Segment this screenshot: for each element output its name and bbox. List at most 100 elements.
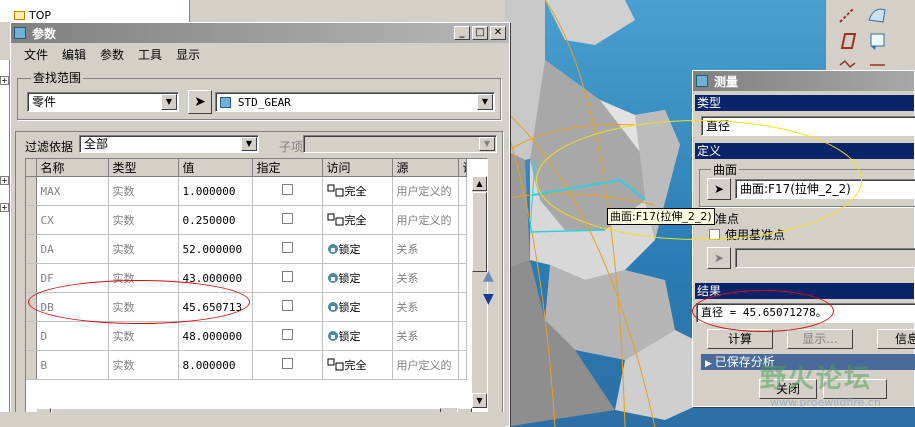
maximize-button[interactable]: □: [472, 26, 488, 40]
scope-select[interactable]: 零件 ▼: [27, 92, 179, 112]
measure-titlebar[interactable]: 测量: [693, 71, 914, 91]
cell-value[interactable]: 1.000000: [178, 176, 253, 206]
move-up-icon[interactable]: ▲: [483, 268, 494, 284]
designate-checkbox[interactable]: [281, 329, 293, 340]
cell-name[interactable]: DF: [36, 263, 109, 293]
subitem-select[interactable]: ▼: [303, 135, 497, 153]
move-down-icon[interactable]: ▼: [483, 291, 494, 307]
result-section-header: 结果: [695, 283, 914, 299]
show-button[interactable]: 显示...: [787, 329, 853, 349]
column-header-type[interactable]: 类型: [108, 159, 179, 177]
plane-icon[interactable]: [836, 30, 858, 52]
designate-checkbox[interactable]: [281, 271, 293, 282]
column-header-name[interactable]: 名称: [36, 159, 109, 177]
cell-access[interactable]: 完全: [322, 205, 393, 235]
note-icon[interactable]: [866, 30, 888, 52]
cell-name[interactable]: D: [36, 321, 109, 351]
cell-access[interactable]: 完全: [322, 350, 393, 380]
cell-access[interactable]: 锁定: [322, 321, 393, 351]
use-datum-checkbox-row[interactable]: 使用基准点: [709, 226, 785, 243]
cell-value[interactable]: 0.250000: [178, 205, 253, 235]
cell-access[interactable]: 锁定: [322, 263, 393, 293]
cell-source: 关系: [392, 321, 459, 351]
menu-display[interactable]: 显示: [169, 46, 207, 63]
cell-name[interactable]: DA: [36, 234, 109, 264]
table-row[interactable]: DB 实数 45.650713 锁定 关系: [26, 292, 467, 322]
measure-type-select[interactable]: 直径: [701, 116, 915, 136]
surface-select-button[interactable]: ➤: [707, 178, 731, 200]
sketch-line-icon[interactable]: [836, 4, 858, 26]
cell-description[interactable]: [458, 176, 467, 206]
surface-field[interactable]: 曲面:F17(拉伸_2_2): [735, 179, 915, 199]
cell-type[interactable]: 实数: [108, 292, 179, 322]
datum-select-button[interactable]: ➤: [707, 247, 731, 269]
designate-checkbox[interactable]: [281, 300, 293, 311]
cell-source: 用户定义的: [392, 350, 459, 380]
parameters-dialog: 参数 _ □ ✕ 文件 编辑 参数 工具 显示 查找范围 零件 ▼ ➤ STD_…: [10, 22, 510, 427]
use-datum-checkbox[interactable]: [709, 229, 720, 240]
column-header-access[interactable]: 访问: [322, 159, 393, 177]
expand-icon[interactable]: +: [0, 176, 9, 185]
parameters-titlebar[interactable]: 参数 _ □ ✕: [11, 23, 509, 43]
cell-value[interactable]: 48.000000: [178, 321, 253, 351]
column-header-source[interactable]: 源: [392, 159, 459, 177]
table-row[interactable]: MAX 实数 1.000000 完全 用户定义的: [26, 176, 467, 206]
scroll-down-icon[interactable]: ▼: [472, 393, 487, 408]
triangle-right-icon: ▶: [705, 359, 715, 369]
tree-item-label: TOP: [29, 9, 52, 22]
designate-checkbox[interactable]: [281, 358, 293, 369]
designate-checkbox[interactable]: [281, 184, 293, 195]
cell-value[interactable]: 43.000000: [178, 263, 253, 293]
cell-type[interactable]: 实数: [108, 205, 179, 235]
cell-type[interactable]: 实数: [108, 234, 179, 264]
cell-access[interactable]: 锁定: [322, 234, 393, 264]
compute-button[interactable]: 计算: [707, 329, 773, 349]
cell-value[interactable]: 45.650713: [178, 292, 253, 322]
cell-description[interactable]: [458, 321, 467, 351]
cell-name[interactable]: DB: [36, 292, 109, 322]
cell-description[interactable]: [458, 205, 467, 235]
table-row[interactable]: B 实数 8.000000 完全 用户定义的: [26, 350, 467, 380]
tree-item-top[interactable]: TOP: [14, 9, 51, 22]
cell-value[interactable]: 8.000000: [178, 350, 253, 380]
table-row[interactable]: CX 实数 0.250000 完全 用户定义的: [26, 205, 467, 235]
cell-description[interactable]: [458, 292, 467, 322]
cell-source: 用户定义的: [392, 205, 459, 235]
menu-file[interactable]: 文件: [17, 46, 55, 63]
expand-icon[interactable]: +: [0, 76, 9, 85]
cell-type[interactable]: 实数: [108, 263, 179, 293]
column-header-value[interactable]: 值: [178, 159, 253, 177]
cell-type[interactable]: 实数: [108, 176, 179, 206]
column-header-designate[interactable]: 指定: [252, 159, 323, 177]
designate-checkbox[interactable]: [281, 242, 293, 253]
surface-icon[interactable]: [866, 4, 888, 26]
scroll-up-icon[interactable]: ▲: [472, 176, 487, 191]
menu-tools[interactable]: 工具: [131, 46, 169, 63]
designate-checkbox[interactable]: [281, 213, 293, 224]
table-row[interactable]: DF 实数 43.000000 锁定 关系: [26, 263, 467, 293]
minimize-button[interactable]: _: [454, 26, 470, 40]
select-pointer-button[interactable]: ➤: [188, 90, 212, 114]
table-row[interactable]: D 实数 48.000000 锁定 关系: [26, 321, 467, 351]
menu-edit[interactable]: 编辑: [55, 46, 93, 63]
info-button[interactable]: 信息: [877, 329, 915, 349]
cell-value[interactable]: 52.000000: [178, 234, 253, 264]
scroll-thumb[interactable]: [472, 192, 487, 272]
menu-parameters[interactable]: 参数: [93, 46, 131, 63]
cell-access[interactable]: 锁定: [322, 292, 393, 322]
model-select[interactable]: STD_GEAR ▼: [215, 92, 495, 112]
cell-name[interactable]: CX: [36, 205, 109, 235]
cell-access[interactable]: 完全: [322, 176, 393, 206]
cell-name[interactable]: MAX: [36, 176, 109, 206]
cell-description[interactable]: [458, 263, 467, 293]
cell-type[interactable]: 实数: [108, 350, 179, 380]
column-header-description[interactable]: 说: [458, 159, 467, 177]
cell-description[interactable]: [458, 350, 467, 380]
filter-select[interactable]: 全部 ▼: [79, 135, 259, 153]
cell-name[interactable]: B: [36, 350, 109, 380]
table-row[interactable]: DA 实数 52.000000 锁定 关系: [26, 234, 467, 264]
cell-description[interactable]: [458, 234, 467, 264]
expand-icon[interactable]: +: [0, 203, 9, 212]
cell-type[interactable]: 实数: [108, 321, 179, 351]
close-button[interactable]: ✕: [490, 26, 506, 40]
